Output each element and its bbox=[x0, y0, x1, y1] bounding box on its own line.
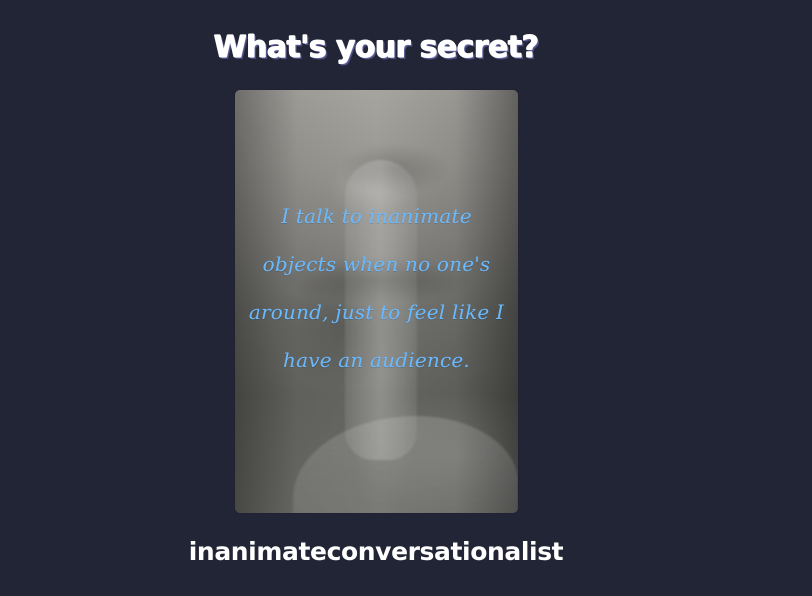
secret-message: I talk to inanimate objects when no one'… bbox=[248, 204, 505, 372]
page-title: What's your secret? bbox=[213, 30, 539, 65]
secret-card: I talk to inanimate objects when no one'… bbox=[235, 90, 518, 513]
secret-share-page: What's your secret? I talk to inanimate … bbox=[0, 0, 812, 596]
username-label: inanimateconversationalist bbox=[188, 537, 564, 566]
